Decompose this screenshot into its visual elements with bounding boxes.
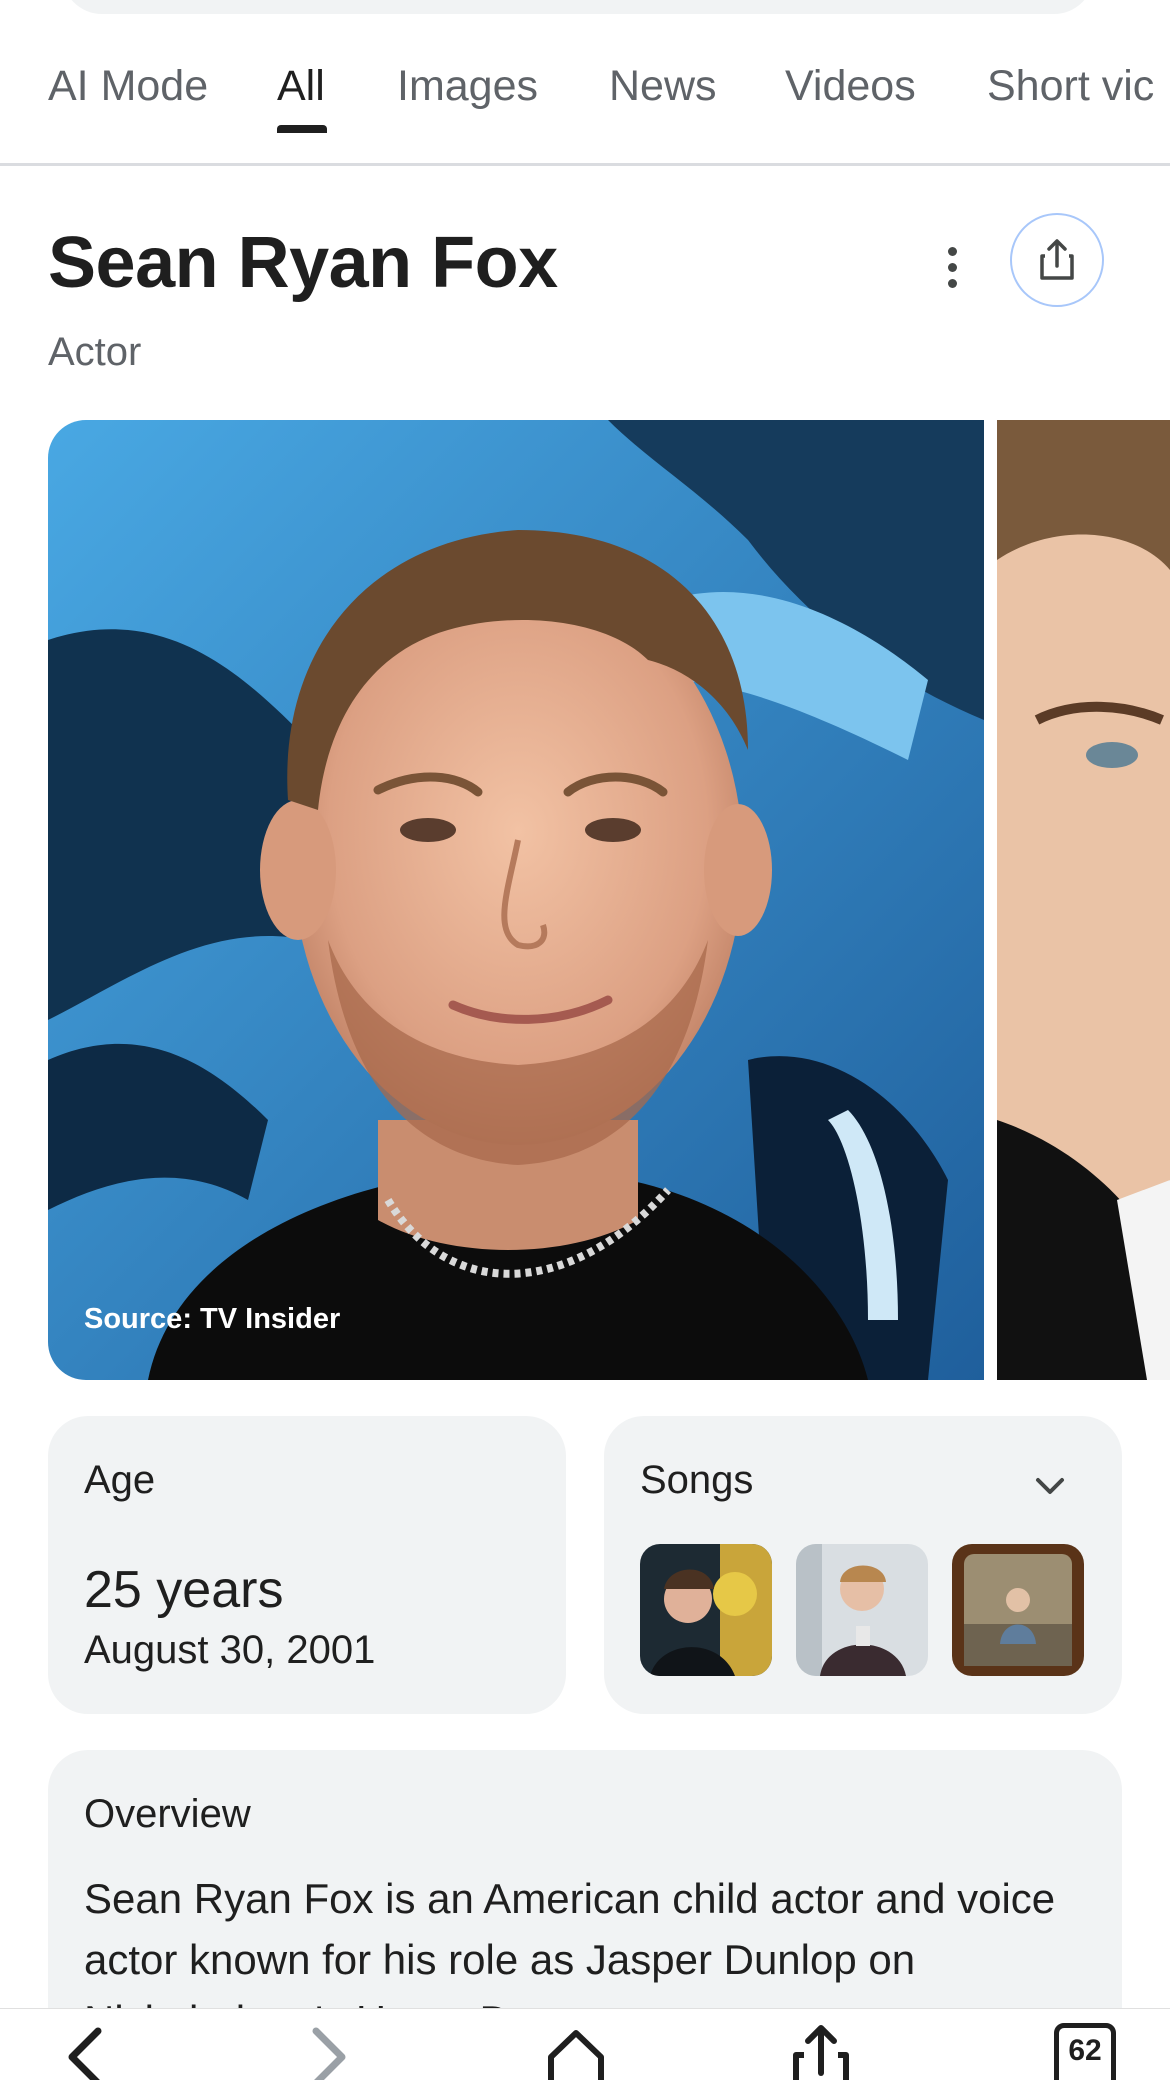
tab-short-videos[interactable]: Short vic [987,62,1154,111]
browser-bottom-bar: 62 [0,2008,1170,2080]
entity-subtitle: Actor [48,330,142,374]
back-icon[interactable] [58,2023,108,2080]
chevron-down-icon[interactable] [1028,1464,1072,1508]
active-tab-indicator [277,125,327,133]
portrait-photo-2 [997,420,1170,1380]
share-icon[interactable] [792,2023,850,2080]
songs-label: Songs [640,1458,754,1502]
tab-news[interactable]: News [609,62,717,111]
age-card[interactable]: Age 25 years August 30, 2001 [48,1416,566,1714]
birth-date: August 30, 2001 [84,1628,376,1672]
more-options-button[interactable] [925,240,979,294]
tabs-count: 62 [1068,2034,1102,2067]
share-button[interactable] [1010,213,1104,307]
entity-image-main[interactable] [48,420,984,1380]
songs-card[interactable]: Songs [604,1416,1122,1714]
entity-title: Sean Ryan Fox [48,223,558,303]
song-thumbnail[interactable] [952,1544,1084,1676]
tab-ai-mode[interactable]: AI Mode [48,62,208,111]
age-label: Age [84,1458,156,1502]
image-source-caption: Source: TV Insider [84,1303,341,1335]
overview-label: Overview [84,1792,251,1836]
song-thumbnail[interactable] [796,1544,928,1676]
tab-all[interactable]: All [277,62,325,111]
search-tabs: AI Mode All Images News Videos Short vic [0,0,1170,166]
forward-icon[interactable] [306,2023,356,2080]
home-icon[interactable] [545,2023,607,2080]
tab-images[interactable]: Images [397,62,538,111]
portrait-photo [48,420,984,1380]
song-thumbnail[interactable] [640,1544,772,1676]
tab-videos[interactable]: Videos [785,62,916,111]
tabs-icon[interactable]: 62 [1054,2023,1116,2080]
share-icon [1040,239,1074,280]
entity-image-second[interactable] [997,420,1170,1380]
age-value: 25 years [84,1561,284,1619]
